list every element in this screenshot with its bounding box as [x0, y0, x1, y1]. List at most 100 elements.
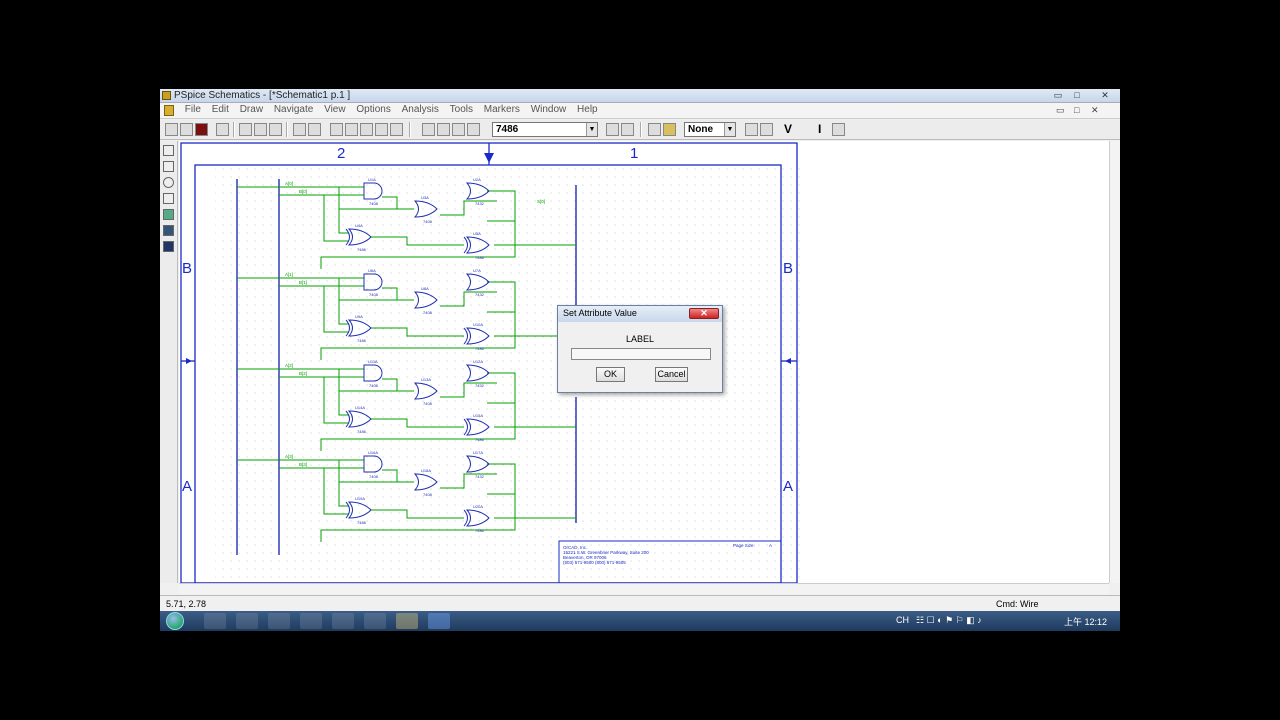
menu-navigate[interactable]: Navigate — [270, 103, 317, 116]
voltage-marker-button[interactable]: V — [784, 122, 792, 136]
part-reference: U15A — [473, 413, 483, 418]
get-part-icon[interactable] — [467, 123, 480, 136]
current-command: Cmd: Wire — [996, 599, 1039, 609]
app-task-icon[interactable] — [332, 613, 354, 629]
chevron-down-icon[interactable]: ▼ — [724, 123, 735, 136]
undo-icon[interactable] — [293, 123, 306, 136]
part-reference: U4A — [355, 223, 363, 228]
edit-attributes-icon[interactable] — [606, 123, 619, 136]
menu-bar: File Edit Draw Navigate View Options Ana… — [160, 103, 1120, 119]
paste-icon[interactable] — [269, 123, 282, 136]
edit-symbol-icon[interactable] — [621, 123, 634, 136]
menu-edit[interactable]: Edit — [208, 103, 233, 116]
pspice-task-icon[interactable] — [396, 613, 418, 629]
horizontal-scrollbar[interactable] — [179, 583, 1109, 594]
vertical-scrollbar[interactable] — [1109, 141, 1120, 583]
title-block-page-size-label: Page Size: — [733, 543, 755, 548]
menu-analysis[interactable]: Analysis — [398, 103, 443, 116]
maximize-button[interactable]: □ — [1070, 91, 1084, 101]
part-reference: U10A — [473, 322, 483, 327]
doc-minimize-icon[interactable]: ▭ — [1056, 105, 1065, 116]
part-reference: U2A — [473, 177, 481, 182]
document-icon[interactable] — [164, 105, 174, 116]
close-button[interactable]: ✕ — [1098, 91, 1112, 101]
dialog-close-button[interactable]: ✕ — [689, 308, 719, 319]
menu-draw[interactable]: Draw — [236, 103, 267, 116]
arc-tool-icon[interactable] — [163, 193, 174, 204]
menu-view[interactable]: View — [320, 103, 350, 116]
draw-wire-icon[interactable] — [422, 123, 435, 136]
part-reference: U12A — [473, 359, 483, 364]
attribute-value-input[interactable] — [571, 348, 711, 360]
part-type: 7408 — [423, 310, 433, 315]
windows-taskbar: CH ☷ ☐ ◐ ⚑ ⚐ ◧ ♪ 上午 12:12 — [160, 611, 1120, 631]
part-type: 7486 — [357, 520, 367, 525]
polyline-tool-icon[interactable] — [163, 209, 174, 220]
menu-help[interactable]: Help — [573, 103, 602, 116]
part-type: 7408 — [369, 474, 379, 479]
zoom-out-icon[interactable] — [360, 123, 373, 136]
border-column-label: 2 — [337, 145, 345, 162]
part-reference: U9A — [355, 314, 363, 319]
part-type: 7408 — [369, 201, 379, 206]
app-task-icon[interactable] — [364, 613, 386, 629]
input-language[interactable]: CH — [896, 615, 909, 625]
new-icon[interactable] — [165, 123, 178, 136]
net-label: B[0] — [299, 189, 307, 194]
save-icon[interactable] — [195, 123, 208, 136]
net-label: S[0] — [537, 199, 545, 204]
tray-icons[interactable]: ☷ ☐ ◐ ⚑ ⚐ ◧ ♪ — [916, 615, 982, 626]
part-type: 7486 — [475, 528, 485, 533]
cursor-coordinates: 5.71, 2.78 — [166, 599, 207, 609]
marker-combo[interactable]: None ▼ — [684, 122, 736, 137]
zoom-area-icon[interactable] — [375, 123, 388, 136]
zoom-in-icon[interactable] — [345, 123, 358, 136]
zoom-fit-icon[interactable] — [390, 123, 403, 136]
menu-file[interactable]: File — [181, 103, 205, 116]
setup-analysis-icon[interactable] — [648, 123, 661, 136]
doc-close-icon[interactable]: ✕ — [1091, 105, 1099, 116]
chrome-task-icon[interactable] — [300, 613, 322, 629]
cancel-button[interactable]: Cancel — [655, 367, 688, 382]
part-reference: U3A — [421, 195, 429, 200]
doc-restore-icon[interactable]: □ — [1074, 105, 1079, 115]
start-button[interactable] — [166, 612, 184, 630]
set-attribute-dialog: Set Attribute Value ✕ LABEL OK Cancel — [557, 305, 723, 393]
menu-options[interactable]: Options — [352, 103, 394, 116]
draw-block-icon[interactable] — [452, 123, 465, 136]
line-tool-icon[interactable] — [163, 145, 174, 156]
menu-markers[interactable]: Markers — [480, 103, 524, 116]
open-icon[interactable] — [180, 123, 193, 136]
graphic-tool-icon[interactable] — [163, 241, 174, 252]
part-reference: U17A — [473, 450, 483, 455]
net-label: A[1] — [285, 272, 293, 277]
menu-window[interactable]: Window — [527, 103, 571, 116]
show-current-icon[interactable] — [832, 123, 845, 136]
print-icon[interactable] — [216, 123, 229, 136]
copy-icon[interactable] — [254, 123, 267, 136]
clock[interactable]: 上午 12:12 — [1064, 615, 1107, 628]
current-marker-button[interactable]: I — [818, 122, 821, 136]
ok-button[interactable]: OK — [596, 367, 625, 382]
circle-tool-icon[interactable] — [163, 177, 174, 188]
schematics-task-icon[interactable] — [428, 613, 450, 629]
net-label: B[1] — [299, 280, 307, 285]
explorer-task-icon[interactable] — [236, 613, 258, 629]
menu-tools[interactable]: Tools — [446, 103, 477, 116]
part-type: 7408 — [369, 383, 379, 388]
simulate-icon[interactable] — [663, 123, 676, 136]
enable-bias-icon[interactable] — [760, 123, 773, 136]
draw-bus-icon[interactable] — [437, 123, 450, 136]
redo-icon[interactable] — [308, 123, 321, 136]
redraw-icon[interactable] — [330, 123, 343, 136]
chevron-down-icon[interactable]: ▼ — [586, 123, 597, 136]
part-name-combo[interactable]: 7486 ▼ — [492, 122, 598, 137]
firefox-task-icon[interactable] — [204, 613, 226, 629]
skype-task-icon[interactable] — [268, 613, 290, 629]
minimize-button[interactable]: ▭ — [1051, 91, 1065, 101]
probe-icon[interactable] — [745, 123, 758, 136]
cut-icon[interactable] — [239, 123, 252, 136]
part-reference: U19A — [355, 496, 365, 501]
text-tool-icon[interactable] — [163, 225, 174, 236]
rectangle-tool-icon[interactable] — [163, 161, 174, 172]
